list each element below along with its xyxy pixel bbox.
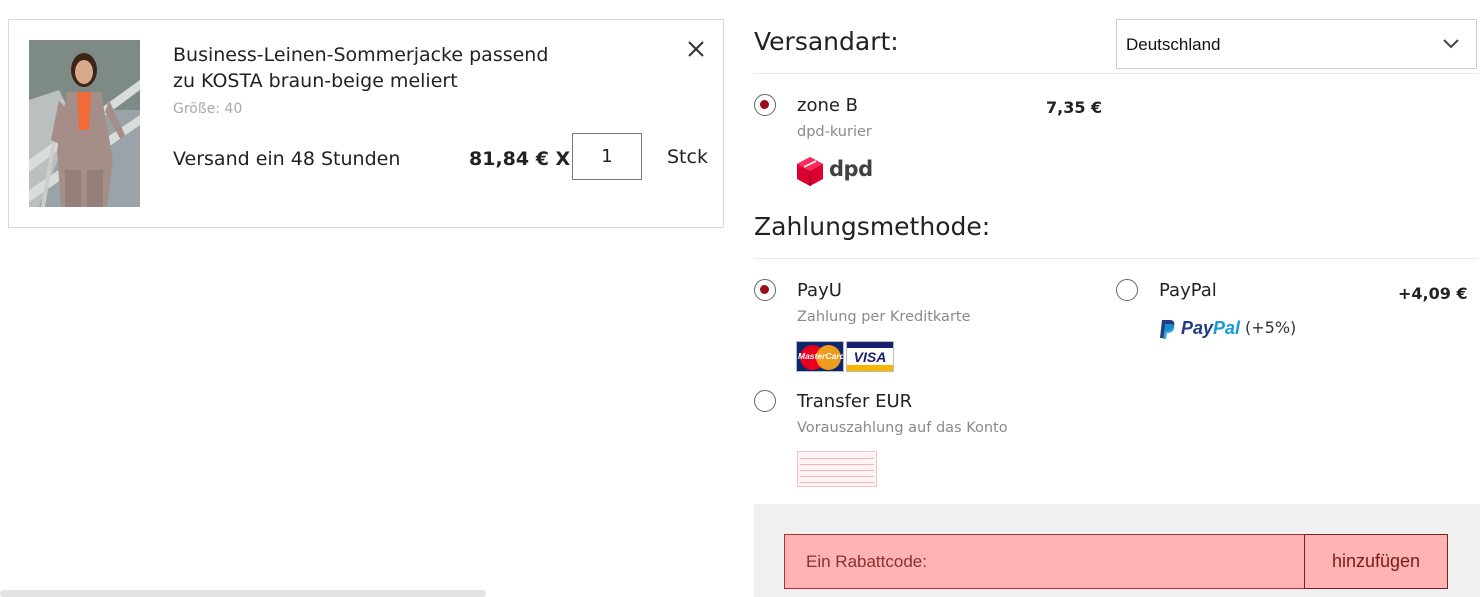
dpd-logo-text: dpd — [829, 157, 873, 181]
paypal-icon — [1160, 320, 1175, 339]
paypal-logo-text: PayPal — [1181, 318, 1240, 339]
shipping-time: Versand ein 48 Stunden — [173, 148, 401, 170]
payment-radio-paypal[interactable] — [1116, 279, 1138, 301]
paypal-logo-pal: Pal — [1213, 318, 1241, 338]
dpd-cube-icon — [797, 157, 823, 186]
payment-radio-payu[interactable] — [754, 279, 776, 301]
add-discount-button[interactable]: hinzufügen — [1304, 534, 1448, 589]
payment-option-payu-label[interactable]: PayU — [797, 280, 842, 301]
product-size: Größe: 40 — [173, 101, 243, 117]
payment-option-paypal-price: +4,09 € — [1398, 284, 1468, 303]
payment-title: Zahlungsmethode: — [754, 212, 991, 241]
product-image[interactable] — [29, 40, 140, 207]
quantity-unit: Stck — [667, 146, 708, 168]
paypal-logo-pay: Pay — [1181, 318, 1214, 338]
payment-option-transfer-label[interactable]: Transfer EUR — [797, 391, 912, 412]
country-select[interactable]: Deutschland — [1116, 19, 1477, 69]
mastercard-logo: MasterCard — [796, 341, 844, 372]
chevron-down-icon[interactable] — [1442, 37, 1460, 51]
visa-logo: VISA — [846, 341, 894, 372]
country-select-value[interactable]: Deutschland — [1126, 35, 1221, 55]
visa-logo-text: VISA — [853, 349, 887, 365]
payment-option-payu-sub: Zahlung per Kreditkarte — [797, 309, 971, 325]
payment-option-transfer-sub: Vorauszahlung auf das Konto — [797, 420, 1008, 436]
unit-price: 81,84 € X — [469, 148, 571, 170]
payment-option-paypal-label[interactable]: PayPal — [1159, 280, 1217, 301]
product-name-line-2[interactable]: zu KOSTA braun-beige meliert — [173, 68, 553, 94]
payment-radio-transfer[interactable] — [754, 390, 776, 412]
product-name[interactable]: Business-Leinen-Sommerjacke passend zu K… — [173, 42, 553, 94]
shipping-radio-zone-b[interactable] — [754, 94, 776, 116]
cart-item-card: Business-Leinen-Sommerjacke passend zu K… — [8, 19, 724, 228]
close-icon[interactable] — [685, 38, 707, 60]
quantity-input[interactable] — [572, 133, 642, 180]
product-name-line-1[interactable]: Business-Leinen-Sommerjacke passend — [173, 42, 553, 68]
credit-card-logos: MasterCard VISA — [796, 341, 894, 372]
horizontal-scrollbar[interactable] — [0, 590, 486, 597]
payment-divider — [754, 258, 1478, 259]
shipping-option-price: 7,35 € — [1046, 98, 1103, 117]
mastercard-logo-text: MasterCard — [798, 351, 844, 361]
bank-transfer-form-icon — [797, 451, 877, 487]
remove-item-button[interactable] — [685, 38, 707, 60]
discount-code-input[interactable] — [784, 534, 1306, 589]
paypal-fee: (+5%) — [1245, 318, 1297, 337]
shipping-option-carrier: dpd-kurier — [797, 124, 872, 140]
shipping-divider — [754, 73, 1478, 74]
shipping-title: Versandart: — [754, 27, 899, 56]
shipping-option-label[interactable]: zone B — [797, 95, 858, 116]
